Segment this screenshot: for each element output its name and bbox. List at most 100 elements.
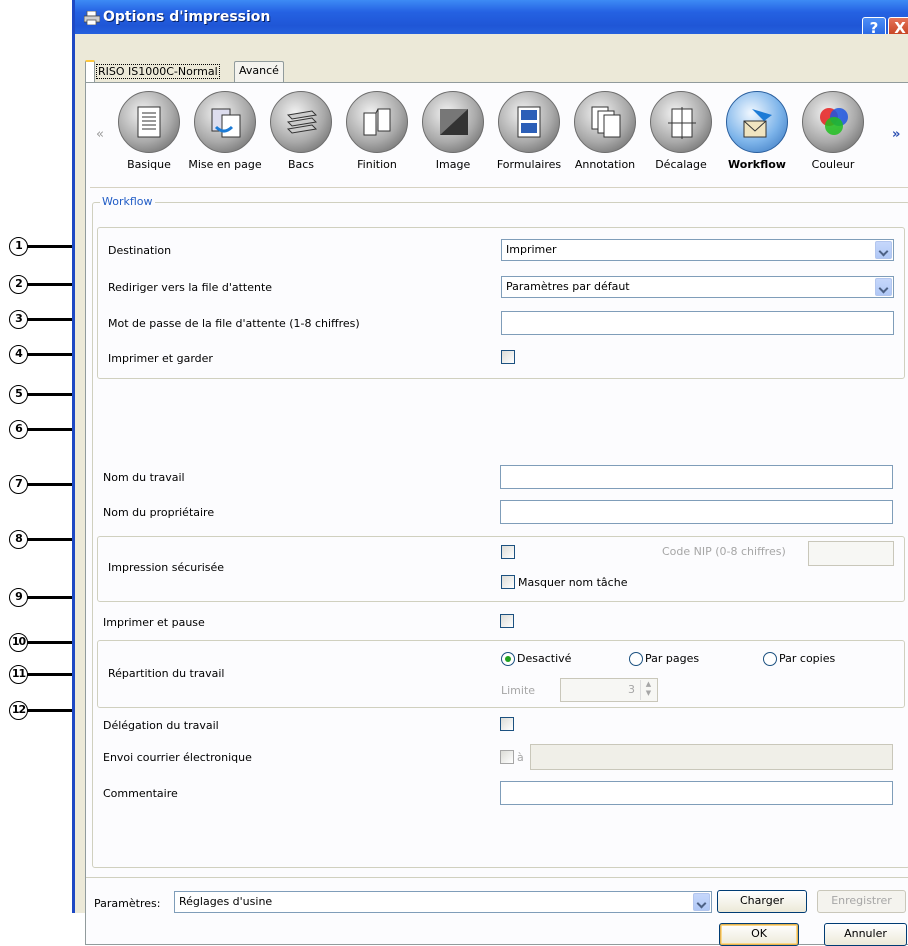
tool-mise-en-page[interactable]: Mise en page <box>186 91 264 171</box>
secure-print-checkbox[interactable] <box>501 545 515 559</box>
queue-settings-box: Destination Imprimer Rediriger vers la f… <box>97 227 905 379</box>
tool-label: Formulaires <box>496 158 562 171</box>
tool-label: Basique <box>127 158 171 171</box>
email-input[interactable] <box>530 744 893 770</box>
job-split-box: Répartition du travail Desactivé Par pag… <box>97 640 905 708</box>
chevron-down-icon[interactable] <box>693 893 710 911</box>
spinner-value: 3 <box>628 683 635 696</box>
load-button[interactable]: Charger <box>717 890 807 913</box>
hide-job-name-checkbox[interactable] <box>501 575 515 589</box>
tool-basique[interactable]: Basique <box>110 91 188 171</box>
category-icon-bar: « Basique Mise en page Bacs Finition Ima… <box>86 83 908 183</box>
redirect-queue-select[interactable]: Paramètres par défaut <box>501 276 894 298</box>
forms-icon <box>498 91 560 153</box>
tool-label: Mise en page <box>188 158 262 171</box>
queue-password-label: Mot de passe de la file d'attente (1-8 c… <box>108 317 360 330</box>
tool-annotation[interactable]: Annotation <box>566 91 644 171</box>
scroll-right-icon[interactable]: » <box>892 127 900 142</box>
workflow-group: Destination Imprimer Rediriger vers la f… <box>92 202 908 868</box>
tool-formulaires[interactable]: Formulaires <box>490 91 568 171</box>
destination-select[interactable]: Imprimer <box>501 239 894 261</box>
tool-label: Annotation <box>574 158 636 171</box>
hide-job-name-label: Masquer nom tâche <box>518 576 628 589</box>
tool-label: Décalage <box>655 158 707 171</box>
job-delegation-label: Délégation du travail <box>103 719 219 732</box>
radio-desactive[interactable] <box>501 652 515 666</box>
email-label: Envoi courrier électronique <box>103 751 252 764</box>
select-value: Paramètres par défaut <box>506 280 630 293</box>
job-name-input[interactable] <box>500 465 893 489</box>
radio-desactive-label: Desactivé <box>517 652 572 665</box>
tool-bacs[interactable]: Bacs <box>262 91 340 171</box>
tool-couleur[interactable]: Couleur <box>794 91 872 171</box>
tool-decalage[interactable]: Décalage <box>642 91 720 171</box>
email-checkbox[interactable] <box>500 750 514 764</box>
email-to-label: à <box>517 751 524 764</box>
queue-password-input[interactable] <box>501 311 894 335</box>
print-and-keep-checkbox[interactable] <box>501 350 515 364</box>
secure-print-label: Impression sécurisée <box>108 561 225 574</box>
image-icon <box>422 91 484 153</box>
tool-workflow[interactable]: Workflow <box>718 91 796 171</box>
job-delegation-checkbox[interactable] <box>500 717 514 731</box>
radio-par-copies[interactable] <box>763 652 777 666</box>
tab-panel: « Basique Mise en page Bacs Finition Ima… <box>85 82 908 946</box>
redirect-queue-label: Rediriger vers la file d'attente <box>108 281 273 294</box>
destination-label: Destination <box>108 244 172 257</box>
settings-label: Paramètres: <box>94 897 161 910</box>
annotation-icon <box>574 91 636 153</box>
radio-par-copies-label: Par copies <box>779 652 836 665</box>
tool-finition[interactable]: Finition <box>338 91 416 171</box>
save-button[interactable]: Enregistrer <box>817 890 906 913</box>
tool-label: Bacs <box>287 158 315 171</box>
chevron-down-icon[interactable] <box>875 278 892 296</box>
tool-label: Finition <box>357 158 397 171</box>
comment-label: Commentaire <box>103 787 178 800</box>
select-value: Imprimer <box>506 243 557 256</box>
layout-icon <box>194 91 256 153</box>
tab-label: RISO IS1000C-Normal <box>96 64 220 79</box>
tool-image[interactable]: Image <box>414 91 492 171</box>
print-and-pause-label: Imprimer et pause <box>103 616 205 629</box>
print-and-pause-checkbox[interactable] <box>500 614 514 628</box>
limit-spinner[interactable]: 3 ▲ ▼ <box>560 678 658 702</box>
job-split-label: Répartition du travail <box>108 667 225 680</box>
secure-print-box: Impression sécurisée Code NIP (0-8 chiff… <box>97 536 905 602</box>
tab-riso-normal[interactable]: RISO IS1000C-Normal <box>85 60 220 83</box>
title-bar[interactable]: Options d'impression ? X <box>75 0 908 39</box>
finishing-icon <box>346 91 408 153</box>
window-title: Options d'impression <box>103 9 271 25</box>
chevron-down-icon[interactable] <box>875 241 892 259</box>
tray-icon <box>270 91 332 153</box>
radio-par-pages-label: Par pages <box>645 652 700 665</box>
comment-input[interactable] <box>500 781 893 805</box>
document-icon <box>118 91 180 153</box>
dialog-body: RISO IS1000C-Normal Avancé « Basique Mis… <box>75 34 908 946</box>
divider <box>90 187 908 188</box>
owner-name-input[interactable] <box>500 500 893 524</box>
spinner-arrows-icon[interactable]: ▲ ▼ <box>640 680 656 700</box>
pin-code-input[interactable] <box>808 541 894 566</box>
job-name-label: Nom du travail <box>103 471 185 484</box>
print-and-keep-label: Imprimer et garder <box>108 352 213 365</box>
tab-avance[interactable]: Avancé <box>234 61 284 82</box>
print-options-window: Options d'impression ? X RISO IS1000C-No… <box>72 0 908 946</box>
color-icon <box>802 91 864 153</box>
cancel-button[interactable]: Annuler <box>824 923 907 946</box>
pin-code-label: Code NIP (0-8 chiffres) <box>662 545 786 558</box>
workflow-icon <box>726 91 788 153</box>
limit-label: Limite <box>501 684 536 697</box>
tool-label: Image <box>435 158 471 171</box>
select-value: Réglages d'usine <box>179 895 273 908</box>
printer-icon <box>84 11 100 25</box>
scroll-left-icon[interactable]: « <box>96 127 104 142</box>
ok-button[interactable]: OK <box>719 923 799 946</box>
group-title: Workflow <box>100 195 155 208</box>
tool-label: Workflow <box>728 158 786 171</box>
owner-name-label: Nom du propriétaire <box>103 506 215 519</box>
divider <box>86 877 908 878</box>
shift-icon <box>650 91 712 153</box>
tool-label: Couleur <box>811 158 855 171</box>
settings-select[interactable]: Réglages d'usine <box>174 891 712 913</box>
radio-par-pages[interactable] <box>629 652 643 666</box>
